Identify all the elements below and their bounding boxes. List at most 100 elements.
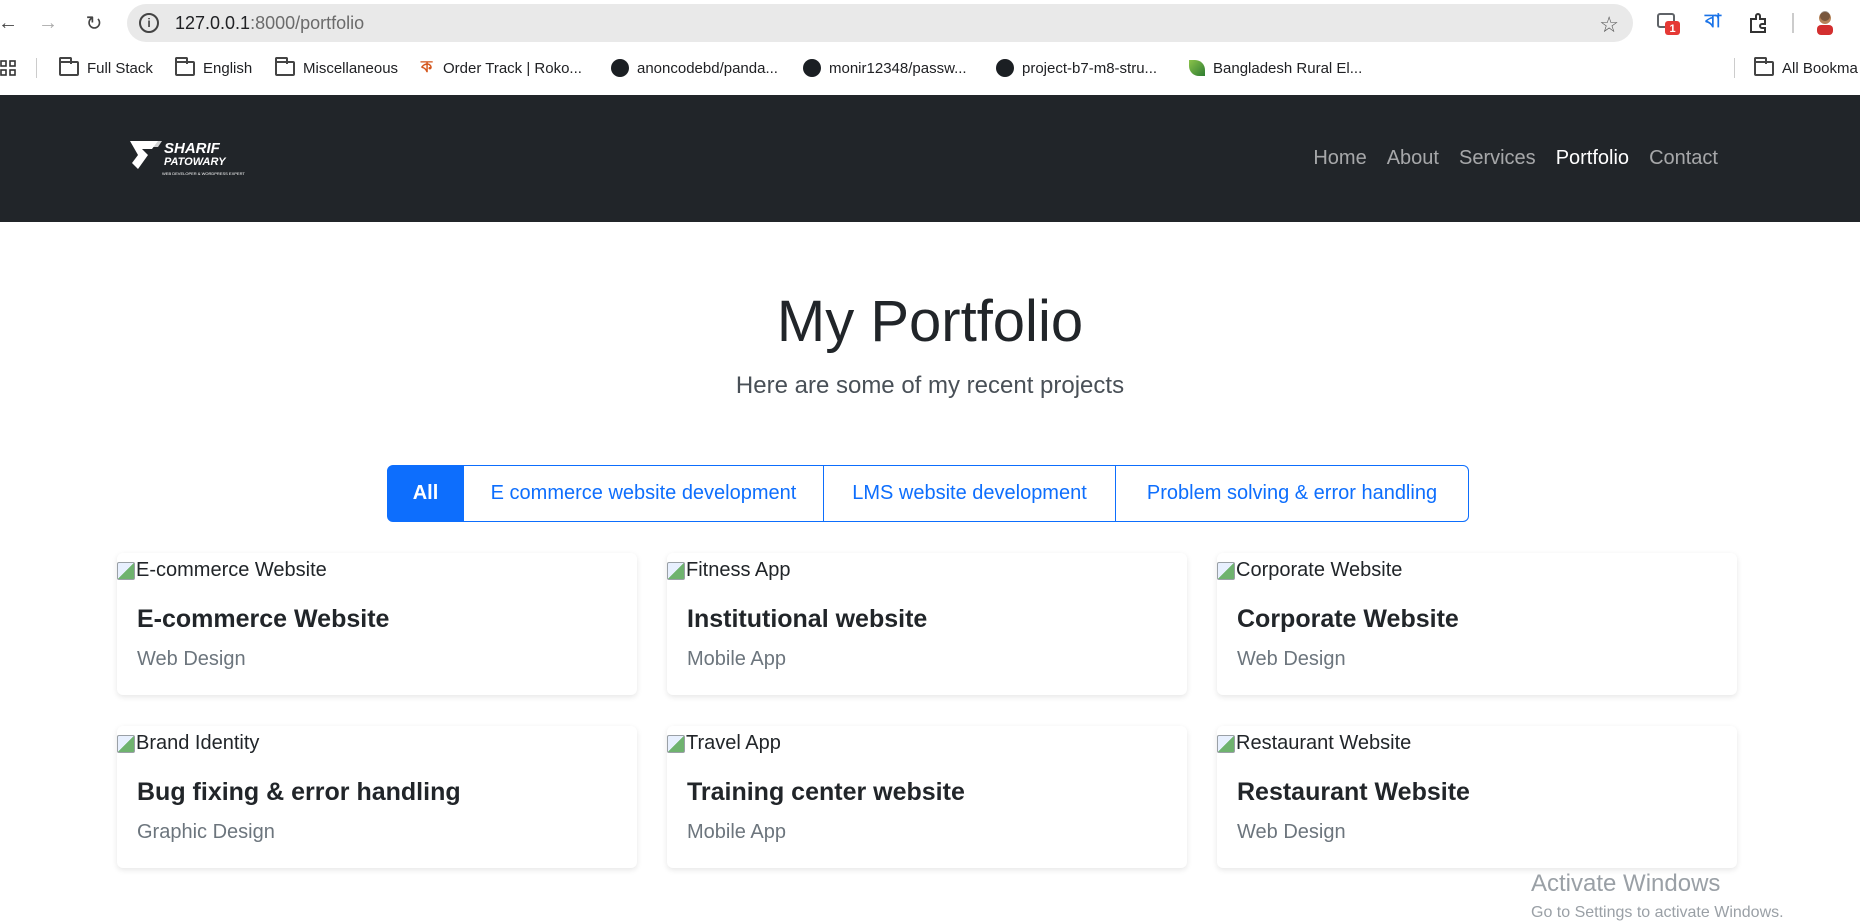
portfolio-filter-group: All E commerce website development LMS w…	[387, 465, 1469, 522]
nav-contact[interactable]: Contact	[1639, 147, 1728, 170]
profile-avatar[interactable]	[1814, 10, 1836, 36]
project-image: Travel App	[667, 732, 781, 755]
project-title: Corporate Website	[1237, 605, 1459, 633]
portfolio-card[interactable]: Fitness App Institutional website Mobile…	[667, 553, 1187, 695]
filter-ecommerce-button[interactable]: E commerce website development	[463, 465, 824, 522]
project-category: Web Design	[1237, 648, 1346, 670]
bookmark-english[interactable]: English	[175, 50, 252, 86]
project-image: Corporate Website	[1217, 559, 1402, 582]
bangla-extension-icon[interactable]: বা	[1700, 10, 1726, 36]
filter-all-button[interactable]: All	[387, 465, 464, 522]
broken-image-icon	[667, 561, 685, 580]
project-title: Restaurant Website	[1237, 778, 1470, 806]
broken-image-icon	[1217, 734, 1235, 753]
project-image: E-commerce Website	[117, 559, 327, 582]
bookmark-all-bookmarks[interactable]: All Bookma	[1754, 50, 1858, 86]
bookmark-label: Full Stack	[87, 59, 153, 77]
bookmark-label: English	[203, 59, 253, 77]
image-alt-text: Restaurant Website	[1236, 732, 1412, 754]
broken-image-icon	[1217, 561, 1235, 580]
bookmark-order-track[interactable]: ক Order Track | Roko...	[421, 50, 582, 86]
bookmark-full-stack[interactable]: Full Stack	[59, 50, 153, 86]
nav-about[interactable]: About	[1377, 147, 1449, 170]
portfolio-card[interactable]: Corporate Website Corporate Website Web …	[1217, 553, 1737, 695]
project-title: Bug fixing & error handling	[137, 778, 461, 806]
page-title: My Portfolio	[776, 289, 1084, 354]
portfolio-card[interactable]: Restaurant Website Restaurant Website We…	[1217, 726, 1737, 868]
site-nav-links: Home About Services Portfolio Contact	[1303, 95, 1728, 222]
bookmark-label: project-b7-m8-stru...	[1022, 59, 1158, 77]
project-image: Brand Identity	[117, 732, 259, 755]
url-host: 127.0.0.1	[175, 12, 251, 33]
bookmark-monir12348[interactable]: monir12348/passw...	[803, 50, 967, 86]
folder-icon	[1754, 56, 1774, 76]
filter-problem-solving-button[interactable]: Problem solving & error handling	[1115, 465, 1469, 522]
bookmark-label: Bangladesh Rural El...	[1213, 59, 1363, 77]
bookmarks-bar: Full Stack English Miscellaneous ক Order …	[0, 50, 1860, 86]
nav-services[interactable]: Services	[1449, 147, 1546, 170]
site-info-icon[interactable]: i	[139, 13, 159, 33]
portfolio-card[interactable]: Travel App Training center website Mobil…	[667, 726, 1187, 868]
broken-image-icon	[117, 561, 135, 580]
leaf-icon	[1189, 60, 1205, 76]
filter-lms-button[interactable]: LMS website development	[823, 465, 1116, 522]
logo-name-line2: PATOWARY	[164, 156, 227, 168]
address-url[interactable]: 127.0.0.1:8000/portfolio	[175, 13, 364, 34]
project-image: Restaurant Website	[1217, 732, 1411, 755]
reload-icon[interactable]: ↻	[82, 11, 106, 35]
project-category: Graphic Design	[137, 821, 275, 843]
extensions-puzzle-icon[interactable]	[1746, 10, 1772, 36]
broken-image-icon	[667, 734, 685, 753]
site-navbar: SHARIF PATOWARY WEB DEVELOPER & WORDPRES…	[0, 95, 1860, 222]
bookmark-star-icon[interactable]: ☆	[1599, 12, 1619, 38]
logo-name-line1: SHARIF	[164, 140, 221, 157]
bookmark-miscellaneous[interactable]: Miscellaneous	[275, 50, 398, 86]
back-arrow-icon[interactable]: ←	[0, 11, 20, 35]
bookmark-bangladesh-rural[interactable]: Bangladesh Rural El...	[1189, 50, 1362, 86]
browser-toolbar: ← → ↻ i 127.0.0.1:8000/portfolio ☆ 1 বা	[0, 0, 1860, 46]
logo-tagline: WEB DEVELOPER & WORDPRESS EXPERT	[162, 171, 245, 176]
order-track-icon: ক	[421, 59, 433, 76]
image-alt-text: Corporate Website	[1236, 559, 1403, 581]
bookmark-anoncodebd[interactable]: anoncodebd/panda...	[611, 50, 778, 86]
project-category: Web Design	[1237, 821, 1346, 843]
extension-screenshot-icon[interactable]: 1	[1656, 10, 1682, 36]
apps-grid-icon[interactable]	[0, 50, 16, 86]
activate-windows-watermark: Activate Windows	[1531, 870, 1721, 897]
url-path: :8000/portfolio	[250, 12, 365, 33]
github-icon	[996, 59, 1014, 77]
bookmarks-divider	[1734, 58, 1735, 78]
project-category: Mobile App	[687, 648, 786, 670]
bookmark-label: All Bookma	[1782, 59, 1858, 77]
image-alt-text: Fitness App	[686, 559, 791, 581]
forward-arrow-icon[interactable]: →	[36, 11, 60, 35]
bookmark-project-b7[interactable]: project-b7-m8-stru...	[996, 50, 1157, 86]
project-title: Institutional website	[687, 605, 928, 633]
bookmark-label: Order Track | Roko...	[443, 59, 582, 77]
address-bar[interactable]: i 127.0.0.1:8000/portfolio ☆	[127, 4, 1633, 42]
bookmark-label: monir12348/passw...	[829, 59, 967, 77]
broken-image-icon	[117, 734, 135, 753]
site-logo[interactable]: SHARIF PATOWARY WEB DEVELOPER & WORDPRES…	[128, 135, 250, 181]
activate-windows-hint: Go to Settings to activate Windows.	[1531, 904, 1784, 921]
project-category: Mobile App	[687, 821, 786, 843]
github-icon	[803, 59, 821, 77]
nav-home[interactable]: Home	[1303, 147, 1376, 170]
folder-icon	[275, 56, 295, 76]
bookmark-label: anoncodebd/panda...	[637, 59, 778, 77]
nav-portfolio[interactable]: Portfolio	[1546, 147, 1639, 170]
github-icon	[611, 59, 629, 77]
image-alt-text: E-commerce Website	[136, 559, 327, 581]
image-alt-text: Travel App	[686, 732, 781, 754]
project-title: E-commerce Website	[137, 605, 390, 633]
extension-badge: 1	[1669, 23, 1675, 35]
portfolio-card[interactable]: Brand Identity Bug fixing & error handli…	[117, 726, 637, 868]
bookmarks-divider	[36, 58, 37, 78]
portfolio-card[interactable]: E-commerce Website E-commerce Website We…	[117, 553, 637, 695]
bookmark-label: Miscellaneous	[303, 59, 399, 77]
page-subtitle: Here are some of my recent projects	[735, 372, 1125, 399]
project-title: Training center website	[687, 778, 965, 806]
folder-icon	[175, 56, 195, 76]
project-category: Web Design	[137, 648, 246, 670]
folder-icon	[59, 56, 79, 76]
